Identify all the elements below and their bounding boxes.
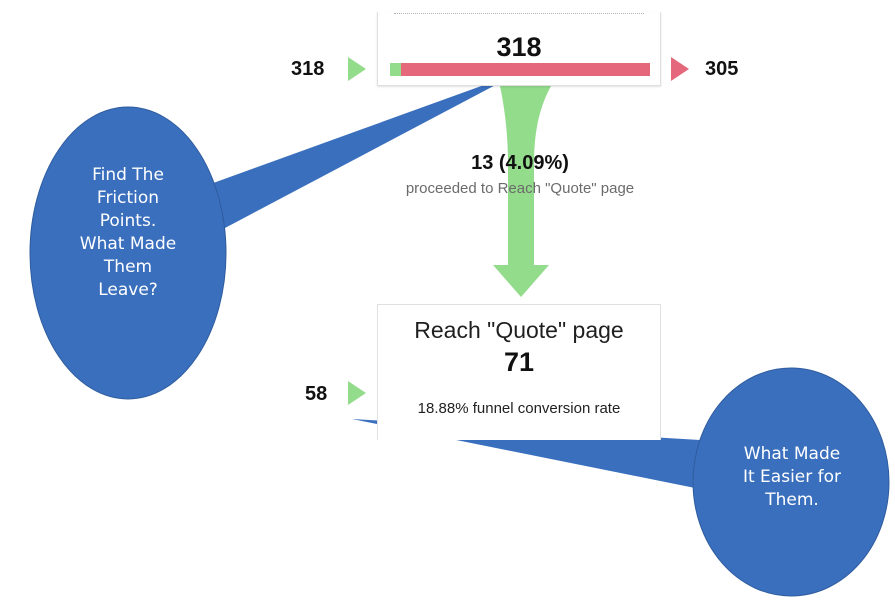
proceeded-segment [390, 63, 401, 76]
flow-description: proceeded to Reach "Quote" page [405, 180, 635, 197]
step-title-cropped [394, 13, 644, 17]
exit-arrow-icon [671, 57, 689, 81]
step-progress-bar [390, 63, 650, 76]
funnel-step-card-top[interactable]: 318 [377, 12, 661, 86]
step-count: 71 [503, 347, 535, 377]
left-callout-pointer [205, 72, 520, 228]
step-title: Reach "Quote" page [414, 317, 624, 343]
top-step-entries: 318 [291, 58, 325, 80]
flow-count-label: 13 (4.09%) [471, 152, 569, 174]
step-count: 318 [496, 32, 542, 62]
callout-line: It Easier for [742, 467, 842, 487]
callout-line: What Made [79, 234, 177, 254]
right-callout-text: What Made It Easier for Them. [712, 443, 872, 512]
left-callout-text: Find The Friction Points. What Made Them… [48, 164, 208, 302]
callout-line: What Made [743, 444, 841, 464]
bottom-step-entries: 58 [305, 383, 328, 405]
funnel-conversion-rate: 18.88% funnel conversion rate [417, 400, 621, 417]
funnel-step-card-bottom[interactable]: Reach "Quote" page 71 18.88% funnel conv… [377, 304, 661, 440]
top-step-exits[interactable]: 305 [705, 58, 738, 81]
entry-arrow-icon [348, 57, 366, 81]
callout-line: Them [103, 257, 153, 277]
callout-line: Them. [765, 490, 819, 510]
callout-line: Points. [99, 211, 157, 231]
callout-line: Find The [92, 165, 164, 185]
entry-arrow-icon [348, 381, 366, 405]
callout-line: Leave? [98, 280, 158, 300]
callout-line: Friction [96, 188, 160, 208]
exited-segment [400, 63, 650, 76]
